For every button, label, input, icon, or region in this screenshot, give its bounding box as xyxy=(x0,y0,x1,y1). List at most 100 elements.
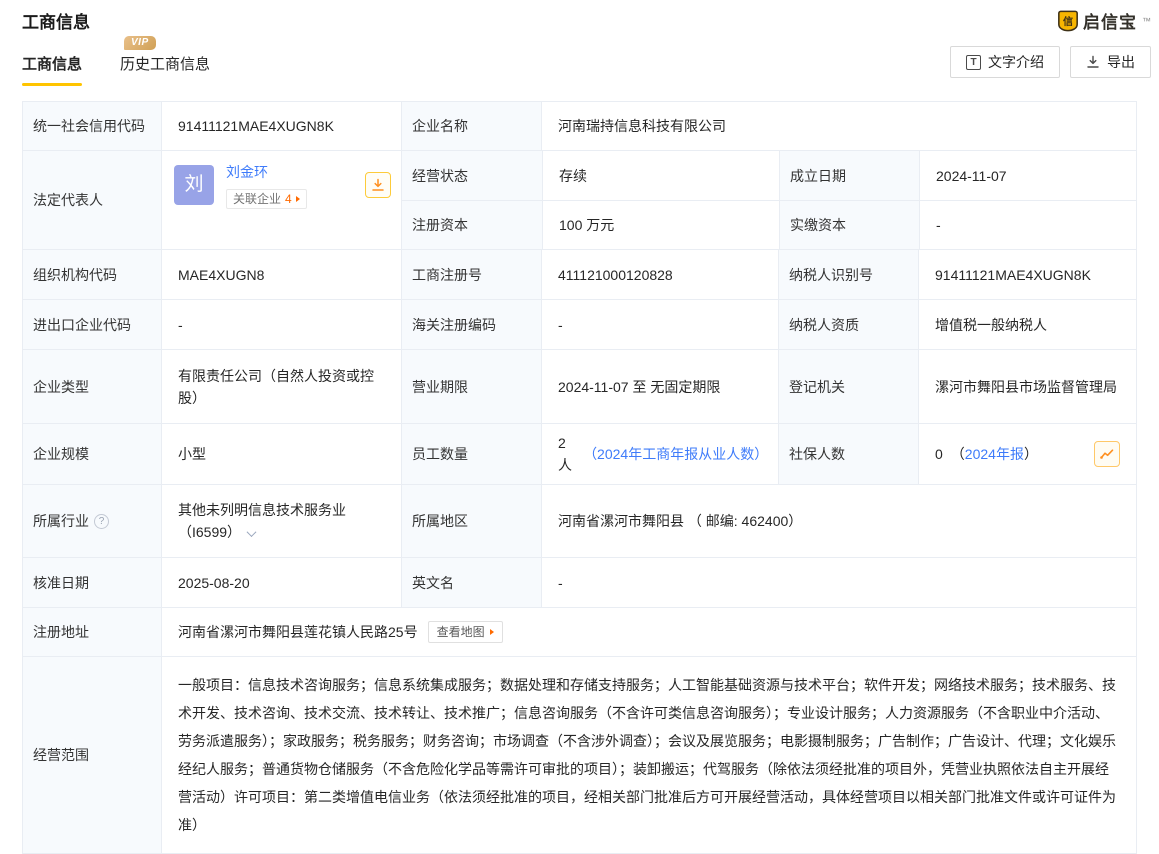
reg-address-label: 注册地址 xyxy=(23,608,161,656)
svg-text:信: 信 xyxy=(1063,14,1073,27)
ie-code-label: 进出口企业代码 xyxy=(23,300,161,349)
related-companies-count: 4 xyxy=(285,188,292,210)
taxpayer-quality-value: 增值税一般纳税人 xyxy=(918,300,1136,349)
legal-rep-info: 刘金环 关联企业 4 xyxy=(226,161,307,209)
company-scale-value: 小型 xyxy=(161,424,401,484)
region-value: 河南省漯河市舞阳县 （ 邮编: 462400） xyxy=(541,485,1136,557)
qixinbao-shield-icon: 信 xyxy=(1057,10,1079,32)
legal-rep-cell: 刘 刘金环 关联企业 4 xyxy=(161,151,401,249)
staff-count-report-link[interactable]: （2024年工商年报从业人数） xyxy=(583,443,762,465)
business-term-value: 2024-11-07 至 无固定期限 xyxy=(541,350,778,423)
industry-label: 所属行业 xyxy=(33,510,89,532)
est-date-value: 2024-11-07 xyxy=(919,151,1136,200)
export-label: 导出 xyxy=(1107,52,1135,72)
industry-label-cell: 所属行业 ? xyxy=(23,485,161,557)
tab-bar: 工商信息 VIP 历史工商信息 T 文字介绍 导出 xyxy=(0,35,1159,86)
arrow-right-icon xyxy=(490,629,494,635)
tab-history-business-info[interactable]: VIP 历史工商信息 xyxy=(120,35,210,86)
company-name-label: 企业名称 xyxy=(401,102,541,150)
qixinbao-logo: 信 启信宝 ™ xyxy=(1057,8,1151,33)
status-value: 存续 xyxy=(542,151,779,200)
view-map-label: 查看地图 xyxy=(437,621,485,643)
org-code-value: MAE4XUGN8 xyxy=(161,250,401,299)
customs-code-label: 海关注册编码 xyxy=(401,300,541,349)
related-companies-tag[interactable]: 关联企业 4 xyxy=(226,189,307,209)
table-row: 经营范围 一般项目：信息技术咨询服务；信息系统集成服务；数据处理和存储支持服务；… xyxy=(23,656,1136,853)
business-scope-cell: 一般项目：信息技术咨询服务；信息系统集成服务；数据处理和存储支持服务；人工智能基… xyxy=(161,657,1136,853)
uscc-label: 统一社会信用代码 xyxy=(23,102,161,150)
region-label: 所属地区 xyxy=(401,485,541,557)
paren-close: ） xyxy=(1024,443,1038,465)
table-row: 企业类型 有限责任公司（自然人投资或控股） 营业期限 2024-11-07 至 … xyxy=(23,349,1136,423)
insured-report-link[interactable]: 2024年报 xyxy=(965,443,1024,465)
legal-rep-side-grid: 经营状态 存续 成立日期 2024-11-07 注册资本 100 万元 实缴资本… xyxy=(401,151,1136,249)
business-scope-label: 经营范围 xyxy=(23,657,161,853)
paren-open: （ xyxy=(951,443,965,465)
question-circle-icon[interactable]: ? xyxy=(94,514,109,529)
company-type-label: 企业类型 xyxy=(23,350,161,423)
text-icon: T xyxy=(966,55,981,70)
paid-capital-value: - xyxy=(919,200,1136,249)
legal-rep-content: 刘 刘金环 关联企业 4 xyxy=(162,151,401,219)
reg-address-cell: 河南省漯河市舞阳县莲花镇人民路25号 查看地图 xyxy=(161,608,1136,656)
reg-capital-label: 注册资本 xyxy=(402,200,542,249)
page-header: 工商信息 信 启信宝 ™ xyxy=(0,0,1159,33)
company-name-value: 河南瑞持信息科技有限公司 xyxy=(541,102,1136,150)
legal-rep-name-link[interactable]: 刘金环 xyxy=(226,161,307,183)
view-map-button[interactable]: 查看地图 xyxy=(428,621,503,643)
est-date-label: 成立日期 xyxy=(779,151,919,200)
business-info-table: 统一社会信用代码 91411121MAE4XUGN8K 企业名称 河南瑞持信息科… xyxy=(22,101,1137,854)
taxpayer-id-label: 纳税人识别号 xyxy=(778,250,918,299)
approval-date-label: 核准日期 xyxy=(23,558,161,607)
reg-address-value: 河南省漯河市舞阳县莲花镇人民路25号 xyxy=(178,621,418,643)
reg-no-label: 工商注册号 xyxy=(401,250,541,299)
uscc-value: 91411121MAE4XUGN8K xyxy=(161,102,401,150)
org-code-label: 组织机构代码 xyxy=(23,250,161,299)
industry-value-cell: 其他未列明信息技术服务业（I6599） xyxy=(161,485,401,557)
staff-count-label: 员工数量 xyxy=(401,424,541,484)
status-label: 经营状态 xyxy=(402,151,542,200)
taxpayer-quality-label: 纳税人资质 xyxy=(778,300,918,349)
staff-count-cell: 2人 （2024年工商年报从业人数） xyxy=(541,424,778,484)
insured-count-value: 0 xyxy=(935,443,943,465)
table-row: 组织机构代码 MAE4XUGN8 工商注册号 411121000120828 纳… xyxy=(23,249,1136,299)
avatar[interactable]: 刘 xyxy=(174,165,214,205)
tab-history-label: 历史工商信息 xyxy=(120,56,210,73)
export-button[interactable]: 导出 xyxy=(1070,46,1151,78)
tab-business-info[interactable]: 工商信息 xyxy=(22,35,82,86)
nested-grid: 经营状态 存续 成立日期 2024-11-07 注册资本 100 万元 实缴资本… xyxy=(402,151,1136,249)
table-row: 统一社会信用代码 91411121MAE4XUGN8K 企业名称 河南瑞持信息科… xyxy=(23,102,1136,150)
legal-rep-download-button[interactable] xyxy=(365,172,391,198)
vip-badge: VIP xyxy=(124,36,156,50)
download-icon xyxy=(1086,55,1100,69)
paid-capital-label: 实缴资本 xyxy=(779,200,919,249)
table-row: 企业规模 小型 员工数量 2人 （2024年工商年报从业人数） 社保人数 0 （… xyxy=(23,423,1136,484)
toolbar: T 文字介绍 导出 xyxy=(950,46,1151,86)
chevron-down-icon[interactable] xyxy=(247,527,257,537)
text-intro-label: 文字介绍 xyxy=(988,52,1044,72)
insured-trend-chart-button[interactable] xyxy=(1094,441,1120,467)
tabs: 工商信息 VIP 历史工商信息 xyxy=(22,35,210,86)
reg-authority-label: 登记机关 xyxy=(778,350,918,423)
english-name-label: 英文名 xyxy=(401,558,541,607)
reg-authority-value: 漯河市舞阳县市场监督管理局 xyxy=(918,350,1136,423)
approval-date-value: 2025-08-20 xyxy=(161,558,401,607)
staff-count-value: 2人 xyxy=(558,432,579,476)
ie-code-value: - xyxy=(161,300,401,349)
company-type-value: 有限责任公司（自然人投资或控股） xyxy=(161,350,401,423)
reg-no-value: 411121000120828 xyxy=(541,250,778,299)
tab-business-info-label: 工商信息 xyxy=(22,56,82,73)
related-companies-label: 关联企业 xyxy=(233,188,281,210)
company-scale-label: 企业规模 xyxy=(23,424,161,484)
text-intro-button[interactable]: T 文字介绍 xyxy=(950,46,1060,78)
logo-text: 启信宝 xyxy=(1083,8,1137,33)
table-row: 注册地址 河南省漯河市舞阳县莲花镇人民路25号 查看地图 xyxy=(23,607,1136,656)
business-scope-value: 一般项目：信息技术咨询服务；信息系统集成服务；数据处理和存储支持服务；人工智能基… xyxy=(162,657,1136,853)
logo-trademark: ™ xyxy=(1142,16,1151,26)
business-info-page: 工商信息 信 启信宝 ™ 工商信息 VIP 历史工商信息 T 文字介绍 xyxy=(0,0,1159,769)
table-row: 进出口企业代码 - 海关注册编码 - 纳税人资质 增值税一般纳税人 xyxy=(23,299,1136,349)
customs-code-value: - xyxy=(541,300,778,349)
line-chart-icon xyxy=(1099,446,1115,462)
reg-capital-value: 100 万元 xyxy=(542,200,779,249)
english-name-value: - xyxy=(541,558,1136,607)
